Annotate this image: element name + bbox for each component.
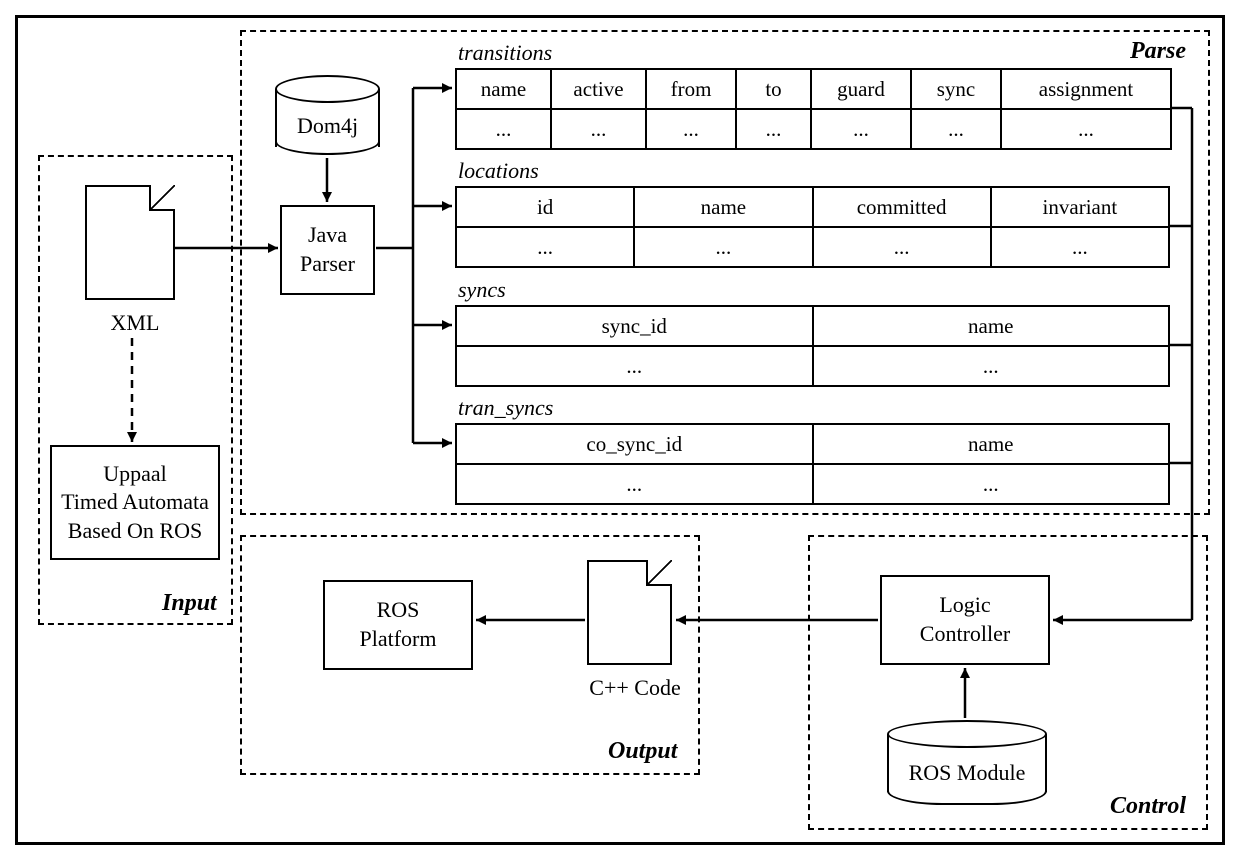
cpp-file-icon [587,560,672,665]
th: id [456,187,634,227]
td: ... [551,109,646,149]
dom4j-label: Dom4j [275,113,380,139]
td: ... [634,227,812,267]
logic-l1: Logic [939,591,990,620]
td: ... [911,109,1001,149]
th: to [736,69,811,109]
uppaal-node: Uppaal Timed Automata Based On ROS [50,445,220,560]
uppaal-line3: Based On ROS [68,517,202,546]
td: ... [456,346,813,386]
transitions-table: name active from to guard sync assignmen… [455,68,1172,150]
th: committed [813,187,991,227]
td: ... [456,227,634,267]
th: active [551,69,646,109]
syncs-title: syncs [458,277,506,303]
locations-title: locations [458,158,539,184]
java-parser-l2: Parser [300,250,355,279]
java-parser-l1: Java [308,221,347,250]
xml-label: XML [105,310,165,336]
td: ... [736,109,811,149]
th: sync_id [456,306,813,346]
locations-table: id name committed invariant ... ... ... … [455,186,1170,268]
th: co_sync_id [456,424,813,464]
td: ... [1001,109,1171,149]
td: ... [456,109,551,149]
dom4j-db-icon: Dom4j [275,75,380,155]
region-parse-label: Parse [1130,38,1186,65]
ros-module-label: ROS Module [887,760,1047,786]
th: assignment [1001,69,1171,109]
td: ... [813,464,1170,504]
ros-platform-l1: ROS [377,596,420,625]
logic-controller-node: Logic Controller [880,575,1050,665]
region-input-label: Input [162,590,217,617]
cpp-label: C++ Code [580,675,690,701]
tran-syncs-title: tran_syncs [458,395,553,421]
th: sync [911,69,1001,109]
td: ... [811,109,911,149]
th: invariant [991,187,1169,227]
td: ... [646,109,736,149]
logic-l2: Controller [920,620,1010,649]
syncs-table: sync_id name ... ... [455,305,1170,387]
th: name [456,69,551,109]
th: from [646,69,736,109]
td: ... [813,227,991,267]
td: ... [991,227,1169,267]
java-parser-node: Java Parser [280,205,375,295]
th: name [634,187,812,227]
transitions-title: transitions [458,40,552,66]
uppaal-line2: Timed Automata [61,488,209,517]
ros-module-db-icon: ROS Module [887,720,1047,805]
th: guard [811,69,911,109]
region-control-label: Control [1110,793,1186,820]
ros-platform-node: ROS Platform [323,580,473,670]
th: name [813,424,1170,464]
uppaal-line1: Uppaal [103,460,167,489]
ros-platform-l2: Platform [360,625,437,654]
th: name [813,306,1170,346]
region-output-label: Output [608,738,677,765]
td: ... [813,346,1170,386]
td: ... [456,464,813,504]
tran-syncs-table: co_sync_id name ... ... [455,423,1170,505]
xml-file-icon [85,185,175,300]
